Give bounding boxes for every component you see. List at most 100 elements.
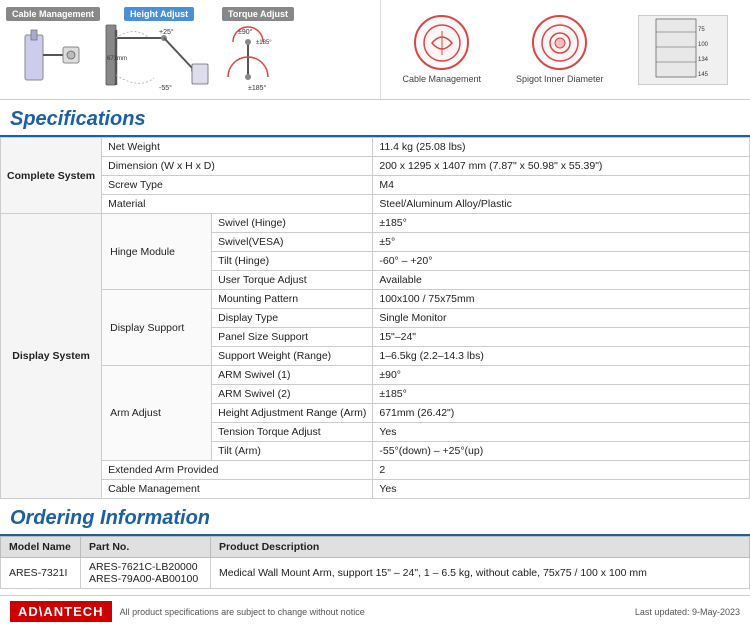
spec-label: Extended Arm Provided bbox=[102, 461, 373, 480]
table-row: Display Support Mounting Pattern 100x100… bbox=[1, 290, 750, 309]
order-row: ARES-7321I ARES-7621C-LB20000 ARES-79A00… bbox=[1, 558, 750, 589]
part-number-1: ARES-7621C-LB20000 bbox=[89, 561, 202, 573]
footer-left: AD\ANTECH All product specifications are… bbox=[10, 601, 365, 622]
footer: AD\ANTECH All product specifications are… bbox=[0, 595, 750, 627]
table-row: Screw Type M4 bbox=[1, 176, 750, 195]
table-row: Dimension (W x H x D) 200 x 1295 x 1407 … bbox=[1, 157, 750, 176]
spec-value: ±185° bbox=[373, 385, 750, 404]
footer-note: All product specifications are subject t… bbox=[120, 607, 365, 617]
svg-text:100: 100 bbox=[698, 42, 709, 48]
order-parts: ARES-7621C-LB20000 ARES-79A00-AB00100 bbox=[81, 558, 211, 589]
cable-circle-svg bbox=[422, 23, 462, 63]
group-complete-system: Complete System bbox=[1, 138, 102, 214]
group-display-system: Display System bbox=[1, 214, 102, 499]
subgroup-arm-adjust: Arm Adjust bbox=[102, 366, 212, 461]
spigot-img: Spigot Inner Diameter bbox=[516, 15, 604, 84]
height-label: Height Adjust bbox=[124, 7, 194, 21]
spec-label: Screw Type bbox=[102, 176, 373, 195]
spec-label: Panel Size Support bbox=[212, 328, 373, 347]
ordering-section: Ordering Information Model Name Part No.… bbox=[0, 499, 750, 589]
part-number-2: ARES-79A00-AB00100 bbox=[89, 573, 202, 585]
advantech-logo: AD\ANTECH bbox=[10, 601, 112, 622]
spec-label: Height Adjustment Range (Arm) bbox=[212, 404, 373, 423]
banner-item-cable: Cable Management bbox=[6, 7, 100, 93]
col-desc: Product Description bbox=[211, 537, 750, 558]
spigot-circle-svg bbox=[540, 23, 580, 63]
spec-label: Tension Torque Adjust bbox=[212, 423, 373, 442]
specs-section: Specifications Complete System Net Weigh… bbox=[0, 100, 750, 499]
spec-value: ±5° bbox=[373, 233, 750, 252]
subgroup-hinge: Hinge Module bbox=[102, 214, 212, 290]
order-model: ARES-7321I bbox=[1, 558, 81, 589]
height-diagram: +25° 671mm -55° bbox=[104, 20, 214, 95]
table-row: Extended Arm Provided 2 bbox=[1, 461, 750, 480]
order-description: Medical Wall Mount Arm, support 15" – 24… bbox=[211, 558, 750, 589]
svg-text:75: 75 bbox=[698, 27, 705, 33]
spec-value: ±185° bbox=[373, 214, 750, 233]
spec-value: Yes bbox=[373, 480, 750, 499]
cable-diagram bbox=[23, 25, 83, 90]
spec-table: Complete System Net Weight 11.4 kg (25.0… bbox=[0, 137, 750, 499]
footer-date: Last updated: 9-May-2023 bbox=[635, 607, 740, 617]
spec-label: Display Type bbox=[212, 309, 373, 328]
spec-label: Tilt (Arm) bbox=[212, 442, 373, 461]
table-row: Display System Hinge Module Swivel (Hing… bbox=[1, 214, 750, 233]
order-header-row: Model Name Part No. Product Description bbox=[1, 537, 750, 558]
tech-dims-svg: 75 100 134 145 bbox=[654, 17, 712, 82]
spec-value: Steel/Aluminum Alloy/Plastic bbox=[373, 195, 750, 214]
svg-text:±90°: ±90° bbox=[238, 28, 253, 36]
spec-label: User Torque Adjust bbox=[212, 271, 373, 290]
banner-item-torque: Torque Adjust ±90° ±185° ±185° bbox=[218, 7, 298, 93]
svg-text:671mm: 671mm bbox=[107, 56, 127, 62]
spec-label: ARM Swivel (2) bbox=[212, 385, 373, 404]
spec-value: 2 bbox=[373, 461, 750, 480]
spec-value: M4 bbox=[373, 176, 750, 195]
cable-mgmt-label: Cable Management bbox=[402, 74, 481, 84]
height-icon-box: +25° 671mm -55° bbox=[104, 23, 214, 93]
cable-label: Cable Management bbox=[6, 7, 100, 21]
spec-label: Cable Management bbox=[102, 480, 373, 499]
banner-item-height: Height Adjust +25° bbox=[104, 7, 214, 93]
spec-label: Mounting Pattern bbox=[212, 290, 373, 309]
spec-label: Swivel(VESA) bbox=[212, 233, 373, 252]
ordering-title: Ordering Information bbox=[0, 499, 750, 536]
svg-text:+25°: +25° bbox=[159, 28, 174, 36]
svg-text:±185°: ±185° bbox=[256, 40, 272, 46]
cable-mgmt-icon bbox=[414, 15, 469, 70]
spigot-label: Spigot Inner Diameter bbox=[516, 74, 604, 84]
top-banner: Cable Management Height Adjust bbox=[0, 0, 750, 100]
col-part: Part No. bbox=[81, 537, 211, 558]
spec-value: 15"–24" bbox=[373, 328, 750, 347]
table-row: Arm Adjust ARM Swivel (1) ±90° bbox=[1, 366, 750, 385]
svg-text:-55°: -55° bbox=[159, 84, 172, 92]
spec-label: Swivel (Hinge) bbox=[212, 214, 373, 233]
banner-right: Cable Management Spigot Inner Diameter 7… bbox=[380, 0, 750, 99]
svg-text:±185°: ±185° bbox=[248, 84, 267, 92]
spec-value: Single Monitor bbox=[373, 309, 750, 328]
subgroup-display-support: Display Support bbox=[102, 290, 212, 366]
table-row: Cable Management Yes bbox=[1, 480, 750, 499]
table-row: Complete System Net Weight 11.4 kg (25.0… bbox=[1, 138, 750, 157]
spec-value: 11.4 kg (25.08 lbs) bbox=[373, 138, 750, 157]
cable-icon-box bbox=[18, 23, 88, 93]
spec-value: 200 x 1295 x 1407 mm (7.87" x 50.98" x 5… bbox=[373, 157, 750, 176]
spec-value: Yes bbox=[373, 423, 750, 442]
spec-label: Net Weight bbox=[102, 138, 373, 157]
spec-label: Tilt (Hinge) bbox=[212, 252, 373, 271]
spec-value: 1–6.5kg (2.2–14.3 lbs) bbox=[373, 347, 750, 366]
tech-dims-box: 75 100 134 145 bbox=[638, 15, 728, 85]
table-row: Material Steel/Aluminum Alloy/Plastic bbox=[1, 195, 750, 214]
torque-diagram: ±90° ±185° ±185° bbox=[218, 22, 298, 94]
banner-left: Cable Management Height Adjust bbox=[0, 0, 380, 99]
order-table: Model Name Part No. Product Description … bbox=[0, 536, 750, 589]
cable-mgmt-img: Cable Management bbox=[402, 15, 481, 84]
torque-icon-box: ±90° ±185° ±185° bbox=[218, 23, 298, 93]
specs-title: Specifications bbox=[0, 100, 750, 137]
spec-value: Available bbox=[373, 271, 750, 290]
torque-label: Torque Adjust bbox=[222, 7, 294, 21]
col-model: Model Name bbox=[1, 537, 81, 558]
spec-value: -55°(down) – +25°(up) bbox=[373, 442, 750, 461]
spec-label: Support Weight (Range) bbox=[212, 347, 373, 366]
spec-label: Material bbox=[102, 195, 373, 214]
spec-value: -60° – +20° bbox=[373, 252, 750, 271]
